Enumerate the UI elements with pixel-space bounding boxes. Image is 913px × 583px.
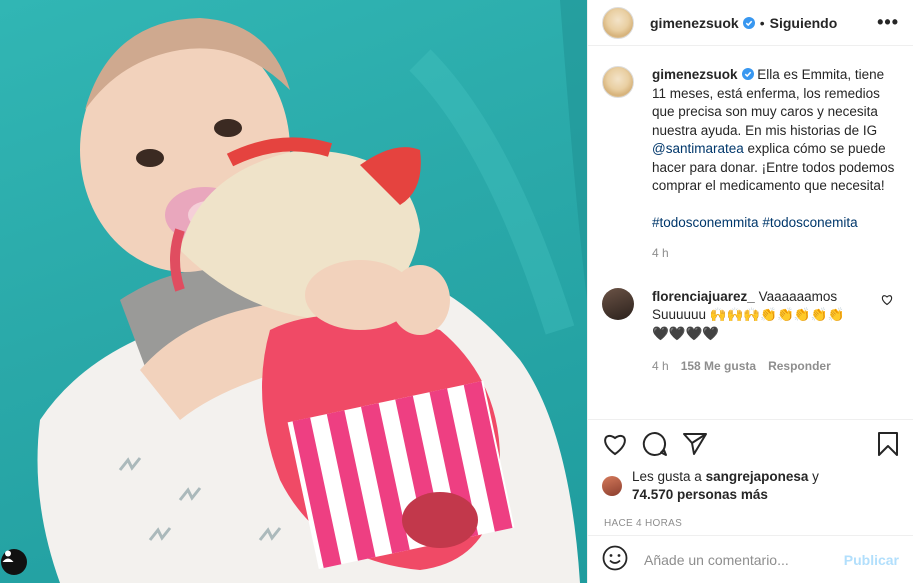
comment-item: florenciajuarez_ Vaaaaaamos Suuuuuu 🙌🙌🙌👏… — [602, 287, 899, 376]
follow-status-button[interactable]: Siguiendo — [770, 15, 838, 31]
bookmark-icon[interactable] — [877, 431, 899, 457]
comment-meta: 4 h 158 Me gusta Responder — [652, 357, 862, 376]
reply-button[interactable]: Responder — [768, 357, 831, 376]
add-comment-bar: Añade un comentario... Publicar — [588, 535, 913, 583]
comment-body: florenciajuarez_ Vaaaaaamos Suuuuuu 🙌🙌🙌👏… — [652, 288, 862, 376]
comment-heart-icon[interactable] — [881, 294, 893, 306]
liker-username[interactable]: sangrejaponesa — [706, 469, 809, 484]
author-username[interactable]: gimenezsuok — [650, 15, 739, 31]
photo-illustration — [37, 0, 587, 583]
share-icon[interactable] — [682, 432, 708, 456]
separator-dot: • — [759, 14, 765, 31]
author-avatar[interactable] — [602, 6, 634, 39]
publish-button[interactable]: Publicar — [844, 552, 899, 568]
post-actions: Les gusta a sangrejaponesa y 74.570 pers… — [588, 419, 913, 529]
post-header: gimenezsuok • Siguiendo ••• — [588, 0, 913, 46]
post-timestamp[interactable]: HACE 4 HORAS — [604, 518, 899, 529]
post-photo[interactable] — [0, 0, 587, 583]
likes-count-link[interactable]: 74.570 personas más — [632, 487, 768, 502]
caption-mention[interactable]: @santimaratea — [652, 141, 744, 156]
comment-time[interactable]: 4 h — [652, 357, 669, 376]
post-side-panel: gimenezsuok • Siguiendo ••• gimenezsuok … — [587, 0, 913, 583]
likes-prefix: Les gusta a — [632, 469, 706, 484]
verified-icon — [742, 16, 755, 29]
caption-avatar[interactable] — [602, 66, 634, 98]
hashtag-1[interactable]: #todosconemmita — [652, 215, 759, 230]
user-tag-icon[interactable] — [1, 549, 27, 575]
emoji-icon[interactable] — [602, 545, 628, 574]
caption-username[interactable]: gimenezsuok — [652, 67, 738, 82]
comment-input[interactable]: Añade un comentario... — [644, 552, 844, 568]
verified-icon — [741, 68, 754, 80]
heart-icon[interactable] — [602, 432, 628, 456]
more-icon[interactable]: ••• — [877, 12, 899, 33]
caption-time[interactable]: 4 h — [652, 244, 899, 263]
comments-list: gimenezsuok Ella es Emmita, tiene 11 mes… — [602, 66, 899, 376]
commenter-username[interactable]: florenciajuarez_ — [652, 289, 755, 304]
likes-summary: Les gusta a sangrejaponesa y 74.570 pers… — [602, 468, 899, 504]
liker-avatar[interactable] — [602, 476, 622, 496]
comment-likes[interactable]: 158 Me gusta — [681, 357, 756, 376]
commenter-avatar[interactable] — [602, 287, 634, 320]
likes-middle: y — [808, 469, 819, 484]
comment-icon[interactable] — [642, 431, 668, 457]
caption: gimenezsuok Ella es Emmita, tiene 11 mes… — [602, 66, 899, 263]
caption-body: gimenezsuok Ella es Emmita, tiene 11 mes… — [652, 66, 899, 263]
hashtag-2[interactable]: #todosconemita — [762, 215, 857, 230]
